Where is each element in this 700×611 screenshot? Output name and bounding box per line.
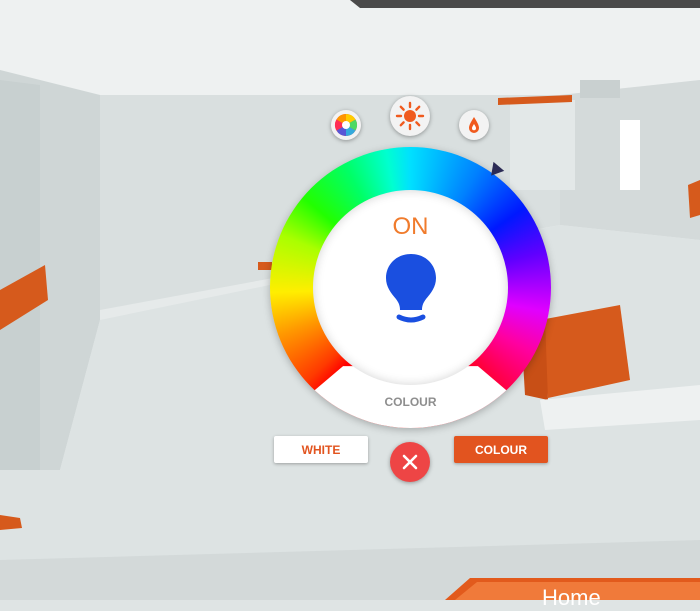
close-icon <box>402 454 418 470</box>
light-bulb-icon <box>386 254 436 323</box>
brightness-mode-button[interactable] <box>390 96 430 136</box>
brightness-icon <box>395 101 425 131</box>
colour-wheel-icon <box>335 114 357 136</box>
white-mode-button[interactable]: WHITE <box>274 436 368 463</box>
light-state-label: ON <box>392 213 429 240</box>
temperature-drop-icon <box>469 117 479 133</box>
colour-wheel-picker[interactable]: ON COLOUR <box>270 147 551 428</box>
colour-mode-pill-button[interactable]: COLOUR <box>454 436 548 463</box>
colour-mode-button[interactable] <box>331 110 361 140</box>
close-button[interactable] <box>390 442 430 482</box>
temperature-mode-button[interactable] <box>459 110 489 140</box>
light-bulb-toggle[interactable] <box>382 251 440 329</box>
mode-caption: COLOUR <box>384 395 437 409</box>
home-nav-tab[interactable]: Home <box>542 585 601 611</box>
